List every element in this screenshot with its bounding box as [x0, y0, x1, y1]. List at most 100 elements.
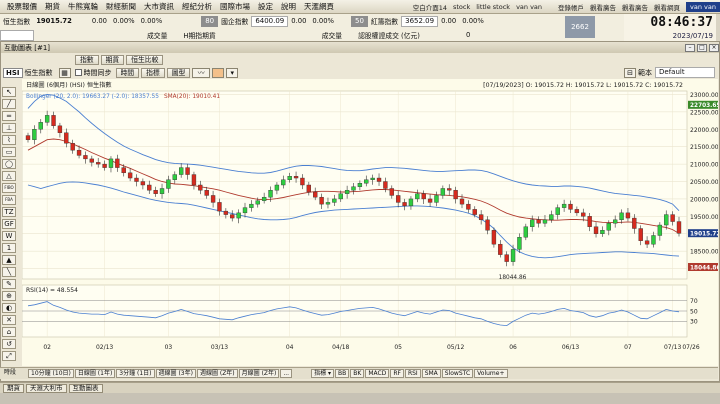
menu-item[interactable]: 期貨	[41, 1, 64, 12]
drawing-tool-icon[interactable]: ▭	[2, 147, 16, 157]
header-link[interactable]: 觀看廣告	[619, 2, 651, 12]
ticker-tab[interactable]: little stock	[473, 3, 513, 11]
candle-body	[670, 214, 675, 222]
timeframe-tab[interactable]: 日線圖 (1年)	[74, 369, 116, 378]
indicator-button-sma[interactable]: SMA	[421, 369, 441, 378]
drawing-tool-icon[interactable]: ▲	[2, 255, 16, 265]
quote-value: 6400.09	[251, 15, 289, 27]
tab-compare[interactable]: 恒生比較	[126, 54, 164, 65]
menu-item[interactable]: 天滙網頁	[300, 1, 338, 12]
menu-item[interactable]: 股票報價	[3, 1, 41, 12]
indicator-button-macd[interactable]: MACD	[365, 369, 390, 378]
chart-type-button[interactable]: 圖型	[166, 67, 191, 78]
quote-row-indices: 恒生指數 19015.72 0.00 0.00% 0.00% 80 國企指數 6…	[0, 14, 624, 29]
indicator-button-bk[interactable]: BK	[350, 369, 365, 378]
ticker-tab[interactable]: van van	[513, 3, 545, 11]
indicator-button-rsi[interactable]: RSI	[404, 369, 421, 378]
close-icon[interactable]: ×	[709, 43, 719, 52]
candle-body	[561, 203, 567, 208]
quote-value: 0	[465, 31, 471, 39]
x-tick-label: 02	[43, 344, 51, 351]
lock-icon[interactable]: ⊟	[624, 67, 636, 78]
drawing-tool-icon[interactable]: ✎	[2, 279, 16, 289]
time-button[interactable]: 時間	[115, 67, 140, 78]
drawing-tool-icon[interactable]: ⌂	[2, 327, 16, 337]
window-tab-chart[interactable]: 互動圖表	[68, 383, 103, 393]
candle-body	[268, 190, 273, 198]
candle-body	[447, 188, 452, 191]
grid-icon[interactable]: ▦	[58, 67, 71, 78]
indicator-button-rf[interactable]: RF	[390, 369, 404, 378]
window-tab-futures[interactable]: 期貨	[3, 383, 24, 393]
drawing-tool-icon[interactable]: FBA	[2, 195, 16, 205]
timeframe-tab[interactable]: 3分鐘 (1日)	[116, 369, 155, 378]
drawing-tool-icon[interactable]: W	[2, 231, 16, 241]
drawing-tool-icon[interactable]: GF	[2, 219, 16, 229]
drawing-tool-icon[interactable]: ◯	[2, 159, 16, 169]
menu-item[interactable]: 大市資訊	[140, 1, 178, 12]
drawing-tool-icon[interactable]: ✕	[2, 315, 16, 325]
timeframe-tab[interactable]: 週線圖 (3年)	[155, 369, 196, 378]
drawing-tool-icon[interactable]: ╲	[2, 267, 16, 277]
window-tab-market[interactable]: 天滙大利市	[26, 383, 67, 393]
ad-box[interactable]: 2662	[565, 16, 595, 38]
menu-item[interactable]: 設定	[254, 1, 277, 12]
drawing-tool-icon[interactable]: TZ	[2, 207, 16, 217]
settings-icon[interactable]: ▾	[226, 67, 239, 78]
header-link[interactable]: 登錄帳戶	[555, 2, 587, 12]
drawing-tool-icon[interactable]: ⊥	[2, 123, 16, 133]
quote-label: 成交量	[147, 32, 168, 40]
header-link[interactable]: 觀看網頁	[651, 2, 683, 12]
menu-item[interactable]: 牛熊寬輪	[64, 1, 102, 12]
candle-body	[472, 209, 477, 215]
candle-body	[459, 198, 465, 205]
color-icon[interactable]	[212, 67, 225, 78]
sync-checkbox[interactable]	[74, 69, 82, 76]
maximize-icon[interactable]: □	[697, 43, 707, 52]
clock-date: 2023/07/19	[672, 32, 713, 40]
timeframe-tab[interactable]: ...	[280, 369, 293, 378]
drawing-tool-icon[interactable]: FIBO	[2, 183, 16, 193]
indicator-button-volume+[interactable]: Volume+	[474, 369, 508, 378]
tab-index[interactable]: 指數	[75, 54, 99, 65]
header-link[interactable]: 觀看廣告	[587, 2, 619, 12]
drawing-tool-icon[interactable]: ⊕	[2, 291, 16, 301]
timeframe-tab[interactable]: 時段	[2, 369, 18, 378]
timeframe-tab[interactable]: 10分鐘 (10日)	[28, 369, 74, 378]
timeframe-tab[interactable]: 週線圖 (Z年)	[196, 369, 238, 378]
drawing-tool-icon[interactable]: ╱	[2, 99, 16, 109]
user-selector[interactable]: van van	[686, 1, 720, 12]
indicator-selector[interactable]: 指標 ▾	[311, 369, 335, 378]
drawing-tool-icon[interactable]: ⌇	[2, 135, 16, 145]
template-select[interactable]: Default	[655, 67, 715, 78]
timeframe-tab[interactable]: 月線圖 (Z年)	[238, 369, 280, 378]
drawing-tool-icon[interactable]: ◐	[2, 303, 16, 313]
symbol-input[interactable]: HSI	[3, 67, 23, 78]
tab-futures[interactable]: 期貨	[100, 54, 125, 65]
menu-item[interactable]: 國際市場	[216, 1, 254, 12]
ticker-tab[interactable]: stock	[450, 3, 473, 11]
menu-item[interactable]: 說明	[277, 1, 300, 12]
indicator-button[interactable]: 指標	[141, 67, 165, 78]
minimize-icon[interactable]: –	[685, 43, 695, 52]
y-tick-label: 20000.00	[690, 196, 718, 203]
candle-body	[25, 135, 31, 140]
candle-body	[96, 162, 101, 165]
indicator-button-slowstc[interactable]: SlowSTC	[441, 369, 474, 378]
rsi-tick-label: 70	[690, 298, 698, 305]
price-chart[interactable]: 23000.00 22500.00 22000.00 21500.00 21000.00…	[21, 79, 720, 366]
drawing-tool-icon[interactable]: 1	[2, 243, 16, 253]
candle-body	[147, 184, 152, 191]
ticker-tab[interactable]: 空白介面14	[410, 2, 450, 12]
menu-item[interactable]: 經紀分析	[178, 1, 216, 12]
drawing-tool-icon[interactable]: ↖	[2, 87, 16, 97]
line-style-icon[interactable]: 〰	[192, 67, 211, 78]
menu-item[interactable]: 財經新聞	[102, 1, 140, 12]
drawing-tool-icon[interactable]: ⤢	[2, 351, 16, 361]
drawing-tool-icon[interactable]: ═	[2, 111, 16, 121]
drawing-tool-icon[interactable]: ↺	[2, 339, 16, 349]
drawing-tool-icon[interactable]: △	[2, 171, 16, 181]
chart-area[interactable]: 23000.00 22500.00 22000.00 21500.00 21000.00…	[21, 79, 720, 366]
indicator-button-bb[interactable]: BB	[335, 369, 350, 378]
candle-body	[357, 183, 363, 187]
